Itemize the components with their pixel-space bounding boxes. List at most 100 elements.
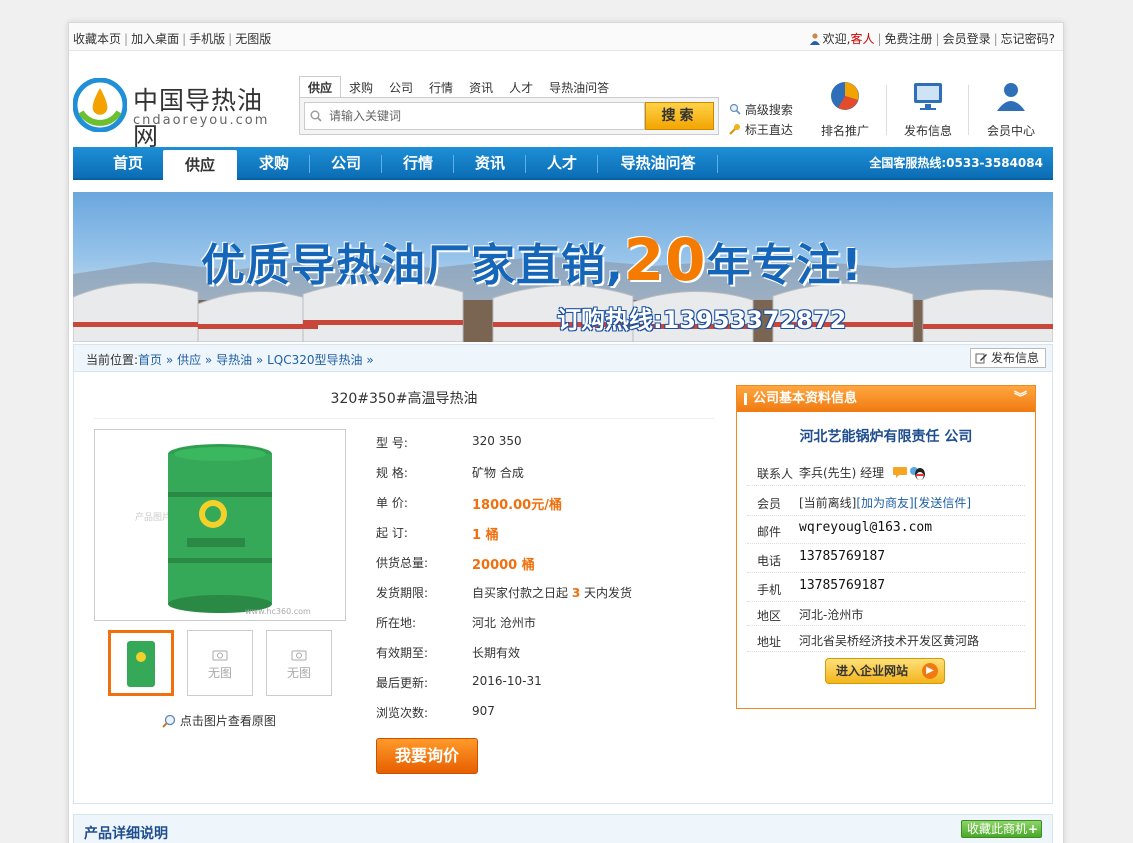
search-tabs: 供应 求购 公司 行情 资讯 人才 导热油问答	[299, 76, 617, 98]
nav-talent[interactable]: 人才	[526, 147, 598, 180]
breadcrumb-sep: »	[366, 353, 374, 367]
chat-bubble-icon[interactable]	[892, 466, 908, 480]
product-detail-title: 产品详细说明	[84, 826, 168, 842]
enter-company-site-button[interactable]: 进入企业网站 ▶	[825, 658, 945, 684]
qq-icon[interactable]	[908, 465, 926, 481]
no-image-link[interactable]: 无图版	[235, 32, 271, 46]
member-label: 会员	[757, 497, 782, 511]
mobile-link[interactable]: 手机版	[189, 32, 225, 46]
email-row: 邮件 wqreyougl@163.com	[747, 516, 1025, 544]
publish-info-button-label: 发布信息	[990, 351, 1039, 365]
guest-link[interactable]: 客人	[850, 32, 874, 46]
send-mail-link[interactable]: [发送信件]	[914, 496, 971, 510]
breadcrumb-sep: »	[165, 353, 174, 367]
bookmark-link[interactable]: 收藏本页	[73, 32, 121, 46]
search-tab-qa[interactable]: 导热油问答	[541, 77, 617, 98]
advanced-search-link[interactable]: 高级搜索	[745, 103, 793, 117]
product-thumbnail[interactable]	[108, 630, 174, 696]
product-main-image[interactable]: 产品图片 www.hc360.com	[94, 429, 346, 621]
breadcrumb-sep: »	[255, 353, 264, 367]
page-container: 收藏本页 | 加入桌面 | 手机版 | 无图版 欢迎,客人 | 免费注册 | 会员登录 | 忘记密码? …	[68, 22, 1064, 843]
product-thumbnail-empty[interactable]: 无图	[266, 630, 332, 696]
direct-link[interactable]: 标王直达	[745, 123, 793, 137]
no-image-label: 无图	[207, 666, 232, 680]
search-tab-supply[interactable]: 供应	[299, 76, 342, 98]
nav-news[interactable]: 资讯	[454, 147, 526, 180]
mobile-label: 手机	[757, 583, 782, 597]
search-tab-market[interactable]: 行情	[421, 77, 461, 98]
publish-info-button[interactable]: 发布信息	[970, 348, 1046, 368]
add-friend-link[interactable]: [加为商友]	[856, 496, 913, 510]
contact-value: 李兵(先生) 经理	[799, 464, 926, 481]
product-title: 320#350#高温导热油	[94, 388, 714, 419]
register-link[interactable]: 免费注册	[885, 32, 933, 46]
breadcrumb-home[interactable]: 首页	[138, 353, 162, 367]
region-value: 河北-沧州市	[799, 608, 864, 622]
magnifier-icon	[729, 103, 741, 115]
breadcrumb-product[interactable]: LQC320型导热油	[267, 353, 362, 367]
pie-chart-icon	[831, 82, 859, 110]
site-logo[interactable]: 中国导热油网 cndaoreyou.com	[73, 78, 283, 151]
address-label: 地址	[757, 635, 782, 649]
nav-buy[interactable]: 求购	[238, 147, 310, 180]
forgot-password-link[interactable]: 忘记密码?	[1001, 32, 1055, 46]
oil-barrel-image: 产品图片 www.hc360.com	[95, 430, 345, 620]
member-value: [当前离线][加为商友][发送信件]	[799, 494, 971, 511]
svg-text:www.hc360.com: www.hc360.com	[245, 607, 311, 616]
search-tab-talent[interactable]: 人才	[501, 77, 541, 98]
login-link[interactable]: 会员登录	[943, 32, 991, 46]
user-icon	[809, 33, 820, 45]
search-tab-news[interactable]: 资讯	[461, 77, 501, 98]
promo-banner[interactable]: 优质导热油厂家直销,20年专注! 订购热线:13953372872	[73, 192, 1053, 342]
company-info-box: 公司基本资料信息 ︾ 河北艺能锅炉有限责任 公司 联系人 李兵(先生) 经理 会…	[736, 385, 1036, 709]
spec-valid-until: 有效期至: 长期有效	[376, 646, 521, 660]
member-center-label: 会员中心	[986, 124, 1035, 138]
collapse-icon[interactable]: ︾	[1014, 386, 1027, 412]
spec-min-order: 起 订: 1 桶	[376, 526, 499, 543]
favorite-button[interactable]: 收藏此商机	[960, 820, 1042, 838]
ranking-promotion-link[interactable]: 排名推广	[805, 79, 885, 139]
svg-text:产品图片: 产品图片	[135, 511, 171, 523]
view-original-link[interactable]: 点击图片查看原图	[162, 712, 276, 729]
mobile-value: 13785769187	[799, 578, 886, 593]
nav-company[interactable]: 公司	[310, 147, 382, 180]
oil-drop-logo-icon	[73, 78, 127, 132]
company-name[interactable]: 河北艺能锅炉有限责任 公司	[737, 426, 1035, 446]
product-detail-section: 产品详细说明 收藏此商机	[73, 814, 1053, 843]
add-desktop-link[interactable]: 加入桌面	[131, 32, 179, 46]
enter-company-site-label: 进入企业网站	[836, 664, 909, 678]
search-icon	[310, 110, 322, 122]
contact-label: 联系人	[757, 467, 794, 481]
divider	[886, 85, 887, 135]
search-button[interactable]: 搜索	[645, 102, 714, 130]
search-input[interactable]: 请输入关键词	[304, 102, 645, 130]
publish-info-link[interactable]: 发布信息	[888, 79, 968, 139]
nav-qa[interactable]: 导热油问答	[598, 147, 718, 180]
search-box: 请输入关键词 搜索	[299, 97, 719, 135]
member-center-link[interactable]: 会员中心	[971, 79, 1051, 139]
inquiry-button[interactable]: 我要询价	[376, 738, 478, 774]
email-label: 邮件	[757, 525, 782, 539]
ranking-promotion-label: 排名推广	[820, 124, 869, 138]
breadcrumb-supply[interactable]: 供应	[177, 353, 201, 367]
monitor-icon	[914, 83, 942, 110]
nav-home[interactable]: 首页	[87, 147, 169, 180]
nav-market[interactable]: 行情	[382, 147, 454, 180]
phone-value: 13785769187	[799, 549, 886, 564]
zoom-icon	[162, 714, 176, 728]
breadcrumb-category[interactable]: 导热油	[216, 353, 252, 367]
oil-barrel-thumbnail	[111, 633, 171, 693]
nav-supply[interactable]: 供应	[163, 150, 237, 180]
divider	[968, 85, 969, 135]
search-tab-company[interactable]: 公司	[381, 77, 421, 98]
online-status: [当前离线]	[799, 496, 857, 510]
product-content: 320#350#高温导热油 产品图片 www.hc360.com 无图 无图 点…	[73, 372, 1053, 804]
welcome-text: 欢迎,	[822, 32, 851, 46]
edit-icon	[975, 353, 988, 364]
search-tab-buy[interactable]: 求购	[341, 77, 381, 98]
phone-row: 电话 13785769187	[747, 545, 1025, 573]
service-hotline: 全国客服热线:0533-3584084	[869, 156, 1043, 170]
email-value[interactable]: wqreyougl@163.com	[799, 520, 932, 535]
spec-delivery: 发货期限: 自买家付款之日起 3 天内发货	[376, 586, 633, 600]
product-thumbnail-empty[interactable]: 无图	[187, 630, 253, 696]
